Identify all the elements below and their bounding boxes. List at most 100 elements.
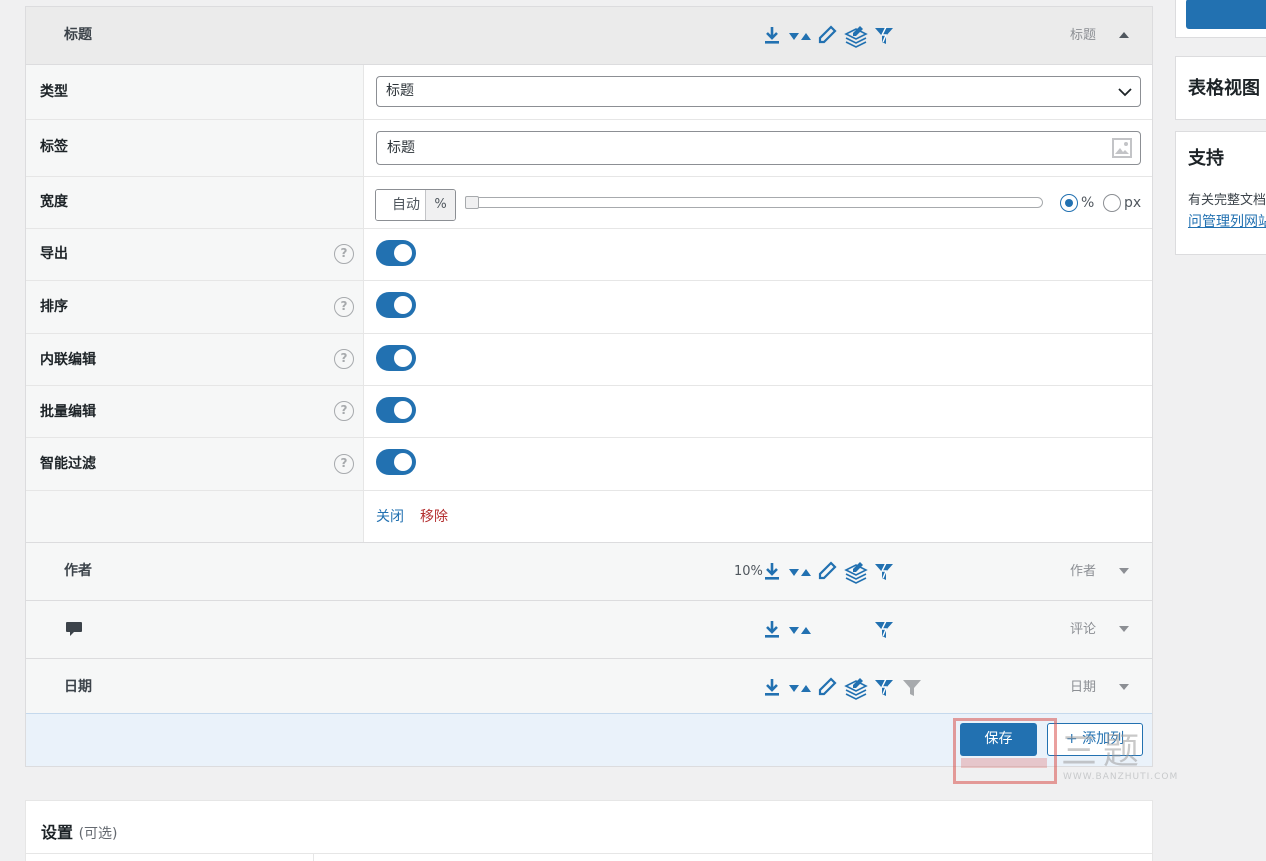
column-title: 日期 xyxy=(64,679,92,695)
setting-label: 内联编辑 xyxy=(40,352,96,368)
column-width-value: 10% xyxy=(734,564,763,579)
sidebar-top-box xyxy=(1175,0,1266,38)
width-unit: % xyxy=(425,190,455,220)
column-title: 标题 xyxy=(64,27,92,43)
edit-icon xyxy=(816,560,840,584)
setting-label: 排序 xyxy=(40,299,68,315)
sidebar-table-view-box: 表格视图 xyxy=(1175,56,1266,120)
smart-filter-icon xyxy=(872,24,896,48)
bulk-edit-icon xyxy=(844,24,868,48)
watermark-url: WWW.BANZHUTI.COM xyxy=(1063,772,1179,782)
divider xyxy=(313,853,314,861)
support-text: 有关完整文档 xyxy=(1188,193,1266,208)
column-settings: 类型 标题 标签 标题 宽度 自动 % % px 导出 ? 排序 ? 内联编辑 … xyxy=(26,65,1152,543)
setting-label: 宽度 xyxy=(26,177,364,228)
label-input[interactable]: 标题 xyxy=(376,131,1141,165)
radio-dot xyxy=(1060,194,1078,212)
unit-radio-percent[interactable]: % xyxy=(1060,194,1094,212)
export-icon xyxy=(760,618,784,642)
filter-icon xyxy=(900,676,924,700)
support-link[interactable]: 问管理列网站 xyxy=(1188,211,1266,231)
bulk-edit-icon xyxy=(844,676,868,700)
settings-section: 设置 (可选) xyxy=(25,800,1153,861)
help-icon[interactable]: ? xyxy=(334,454,354,474)
help-icon[interactable]: ? xyxy=(334,244,354,264)
remove-link[interactable]: 移除 xyxy=(420,506,448,526)
expand-arrow-icon[interactable] xyxy=(1118,681,1130,693)
smart-filter-icon xyxy=(872,618,896,642)
setting-label-empty xyxy=(26,491,364,542)
column-type-label: 作者 xyxy=(1069,564,1096,579)
type-select-value: 标题 xyxy=(386,83,414,99)
help-icon[interactable]: ? xyxy=(334,349,354,369)
image-picker-icon[interactable] xyxy=(1111,137,1133,159)
edit-icon xyxy=(816,24,840,48)
sort-toggle[interactable] xyxy=(376,292,416,318)
sort-icon xyxy=(788,560,812,584)
column-header-title[interactable]: 标题 标题 xyxy=(26,7,1152,65)
comment-icon xyxy=(64,618,88,642)
width-slider[interactable] xyxy=(465,196,1043,209)
settings-optional-label: (可选) xyxy=(78,826,118,842)
width-field[interactable]: 自动 % xyxy=(375,189,456,221)
expand-arrow-icon[interactable] xyxy=(1118,565,1130,577)
save-button[interactable]: 保存 xyxy=(960,723,1037,756)
column-title: 作者 xyxy=(64,563,92,579)
help-icon[interactable]: ? xyxy=(334,401,354,421)
settings-title-text: 设置 xyxy=(41,823,74,842)
radio-label: px xyxy=(1124,195,1142,211)
column-header-date[interactable]: 日期 日期 xyxy=(26,659,1152,717)
column-header-comments[interactable]: 评论 xyxy=(26,601,1152,659)
column-header-author[interactable]: 作者 10% 作者 xyxy=(26,543,1152,601)
sort-icon xyxy=(788,676,812,700)
label-input-value: 标题 xyxy=(387,140,415,156)
setting-row-inline-edit: 内联编辑 ? xyxy=(26,334,1152,386)
smart-filter-toggle[interactable] xyxy=(376,449,416,475)
divider xyxy=(26,853,1152,854)
radio-label: % xyxy=(1081,195,1095,211)
setting-row-width: 宽度 自动 % % px xyxy=(26,177,1152,229)
expand-arrow-icon[interactable] xyxy=(1118,623,1130,635)
column-type-label: 日期 xyxy=(1069,680,1096,695)
width-input[interactable]: 自动 xyxy=(376,190,425,220)
add-column-button[interactable]: + 添加列 xyxy=(1047,723,1143,756)
settings-title: 设置 (可选) xyxy=(41,819,118,843)
support-title: 支持 xyxy=(1188,148,1224,169)
collapse-arrow-icon[interactable] xyxy=(1118,29,1130,41)
sidebar-primary-button[interactable] xyxy=(1186,0,1266,29)
column-type-label: 评论 xyxy=(1069,622,1096,637)
export-icon xyxy=(760,560,784,584)
setting-row-bulk-edit: 批量编辑 ? xyxy=(26,386,1152,438)
sidebar-support-box: 支持 有关完整文档 问管理列网站 xyxy=(1175,131,1266,255)
slider-handle[interactable] xyxy=(465,196,479,209)
export-icon xyxy=(760,24,784,48)
type-select[interactable]: 标题 xyxy=(376,76,1141,107)
setting-label: 智能过滤 xyxy=(40,456,96,472)
sort-icon xyxy=(788,24,812,48)
close-link[interactable]: 关闭 xyxy=(376,506,404,526)
setting-row-type: 类型 标题 xyxy=(26,65,1152,120)
table-view-title: 表格视图 xyxy=(1188,78,1260,99)
setting-label: 导出 xyxy=(40,246,68,262)
help-icon[interactable]: ? xyxy=(334,297,354,317)
export-icon xyxy=(760,676,784,700)
setting-row-export: 导出 ? xyxy=(26,229,1152,281)
sort-icon xyxy=(788,618,812,642)
bulk-edit-toggle[interactable] xyxy=(376,397,416,423)
unit-radio-px[interactable]: px xyxy=(1103,194,1141,212)
export-toggle[interactable] xyxy=(376,240,416,266)
setting-row-sort: 排序 ? xyxy=(26,281,1152,334)
setting-label: 类型 xyxy=(26,65,364,119)
smart-filter-icon xyxy=(872,560,896,584)
smart-filter-icon xyxy=(872,676,896,700)
setting-label: 批量编辑 xyxy=(40,404,96,420)
column-type-label: 标题 xyxy=(1069,28,1096,43)
bulk-edit-icon xyxy=(844,560,868,584)
inline-edit-toggle[interactable] xyxy=(376,345,416,371)
chevron-down-icon xyxy=(1118,86,1132,98)
edit-icon xyxy=(816,676,840,700)
setting-row-actions: 关闭 移除 xyxy=(26,491,1152,542)
columns-panel: 标题 标题 类型 标题 标签 标题 宽度 自动 % % px 导出 ? 排序 ?… xyxy=(25,6,1153,767)
setting-row-label: 标签 标题 xyxy=(26,120,1152,177)
setting-label: 标签 xyxy=(26,120,364,176)
